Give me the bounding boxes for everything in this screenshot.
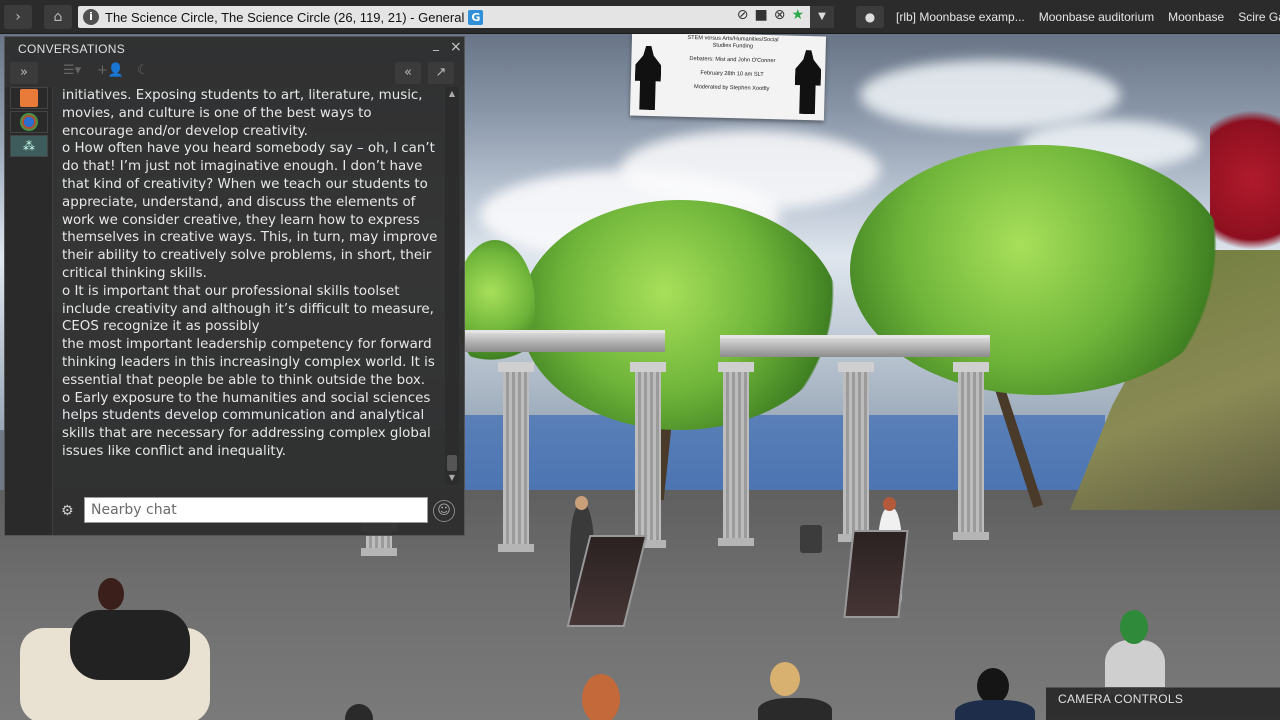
double-chevron-right-icon: » [20,65,28,80]
scroll-thumb[interactable] [447,455,457,471]
avatar-head [1120,610,1148,644]
parcel-properties-icons: ⊘ ■ ⊗ ★ [737,7,804,23]
chevron-down-icon: ▼ [818,11,826,22]
location-bar[interactable]: i The Science Circle, The Science Circle… [78,6,834,28]
favorite-link[interactable]: Scire Ga [1238,10,1280,24]
gear-icon[interactable]: ⚙ [61,503,74,519]
avatar-audience[interactable] [758,698,832,720]
conversations-panel: CONVERSATIONS _ × » ☰▾ +👤 ☾ « ↗ ⁂ initia… [4,36,465,536]
chat-history[interactable]: initiatives. Exposing students to art, l… [62,87,442,487]
top-navigation-bar: › ⌂ i The Science Circle, The Science Ci… [0,0,1280,34]
collapse-messages-button[interactable]: « [395,62,421,84]
avatar-head [582,674,620,720]
emoji-button[interactable]: ☺ [433,500,455,522]
panel-title: CONVERSATIONS [18,42,126,56]
undock-button[interactable]: ↗ [428,62,454,84]
chat-message: o It is important that our professional … [62,283,434,335]
chat-input-row: ⚙ ☺ [5,495,464,527]
speaker-silhouette [794,50,822,115]
favorite-link[interactable]: [rlb] Moonbase examp... [896,10,1025,24]
chat-message: the most important leadership competency… [62,337,435,388]
favorite-star-icon[interactable]: ★ [791,7,804,23]
home-icon: ⌂ [53,8,63,25]
column [718,362,754,546]
trash-can [800,525,822,553]
scroll-down-icon[interactable]: ▼ [447,473,457,482]
chat-message: o Early exposure to the humanities and s… [62,390,431,459]
expand-sidebar-button[interactable]: » [10,62,38,84]
call-icon[interactable]: ☾ [137,63,149,78]
globe-logo-icon [20,113,38,131]
no-scripts-icon[interactable]: ⊗ [774,7,786,23]
camera-controls-panel[interactable]: CAMERA CONTROLS [1046,687,1280,720]
add-person-icon[interactable]: +👤 [97,63,124,78]
nearby-chat-input[interactable] [84,497,428,523]
speaker-silhouette [634,46,662,111]
colonnade-beam [465,330,665,352]
tree-left [520,200,840,430]
smiley-icon: ☺ [437,503,451,518]
column [838,362,874,542]
back-button[interactable]: › [4,4,32,29]
avatar-head [883,497,896,511]
avatar-audience[interactable] [70,610,190,680]
column [630,362,666,548]
conversation-tab-nearby[interactable]: ⁂ [10,135,48,157]
no-build-icon[interactable]: ■ [754,7,767,23]
home-button[interactable]: ⌂ [44,4,72,29]
avatar-head [977,668,1009,704]
location-dropdown-button[interactable]: ▼ [810,6,834,28]
favorites-bar: [rlb] Moonbase examp... Moonbase auditor… [896,0,1280,34]
avatar-head [98,578,124,610]
colonnade-beam [720,335,990,357]
location-text[interactable]: The Science Circle, The Science Circle (… [105,10,464,25]
chat-scrollbar[interactable]: ▲ ▼ [445,87,459,485]
nearby-chat-icon: ⁂ [23,139,35,153]
close-button[interactable]: × [450,39,462,55]
column [953,362,989,540]
maturity-rating-badge: G [468,9,484,25]
no-push-icon[interactable]: ⊘ [737,7,749,23]
favorite-link[interactable]: Moonbase auditorium [1039,10,1154,24]
avatar-head [575,496,588,510]
chat-message: o How often have you heard somebody say … [62,141,438,281]
double-chevron-left-icon: « [404,65,412,80]
column [498,362,534,552]
avatar-head [770,662,800,696]
list-options-icon[interactable]: ☰▾ [63,63,81,78]
camera-controls-title: CAMERA CONTROLS [1058,692,1184,706]
info-icon[interactable]: i [83,9,99,25]
group-logo-icon [20,89,38,107]
favorite-link[interactable]: Moonbase [1168,10,1224,24]
panel-toolbar: » ☰▾ +👤 ☾ « ↗ [5,59,464,87]
chevron-right-icon: › [15,8,21,25]
avatar-audience[interactable] [955,700,1035,720]
chat-message: initiatives. Exposing students to art, l… [62,88,423,139]
conversation-tab-group[interactable] [10,87,48,109]
scroll-up-icon[interactable]: ▲ [447,89,457,98]
tree-right [850,145,1230,395]
podium-right [843,530,909,618]
conversation-tabs: ⁂ [5,87,53,535]
cloud [620,130,880,210]
lightbulb-icon: ● [864,10,876,24]
conversation-tab-group[interactable] [10,111,48,133]
debate-billboard: STEM versus Arts/Humanities/Social Studi… [629,31,827,121]
arrow-up-right-icon: ↗ [435,65,447,80]
minimize-button[interactable]: _ [433,37,439,51]
cloud [860,60,1120,130]
landmark-button[interactable]: ● [856,6,884,28]
